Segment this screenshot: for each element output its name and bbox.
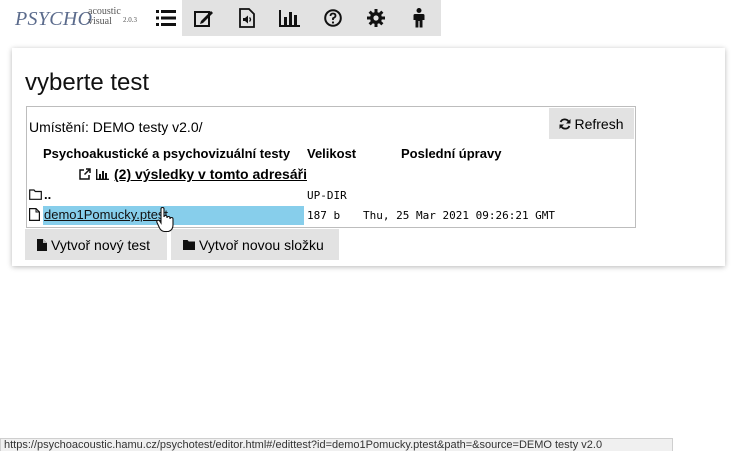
folder-icon (29, 189, 42, 200)
refresh-icon (559, 117, 571, 130)
audio-file-button[interactable] (225, 0, 269, 36)
file-icon (29, 208, 40, 221)
audio-file-icon (239, 8, 255, 28)
app-logo[interactable]: PSYCHO acoustic visual 2.0.3 (0, 0, 149, 36)
settings-button[interactable] (354, 0, 398, 36)
help-button[interactable] (311, 0, 355, 36)
user-button[interactable] (397, 0, 442, 36)
file-browser: Umístění: DEMO testy v2.0/ Refresh Psych… (26, 106, 636, 228)
location-path: Umístění: DEMO testy v2.0/ (29, 119, 203, 135)
logo-main: PSYCHO (15, 8, 93, 30)
row-size: 187 b (307, 209, 341, 222)
file-link[interactable]: demo1Pomucky.ptest (44, 207, 168, 222)
person-icon (413, 8, 425, 28)
refresh-button[interactable]: Refresh (549, 108, 634, 139)
refresh-label: Refresh (574, 115, 624, 132)
help-icon (324, 9, 343, 27)
top-toolbar: PSYCHO acoustic visual 2.0.3 (0, 0, 442, 36)
list-button[interactable] (148, 0, 183, 36)
row-modified: Thu, 25 Mar 2021 09:26:21 GMT (363, 209, 556, 222)
edit-icon (193, 11, 213, 27)
table-row[interactable]: .. UP-DIR (27, 187, 635, 205)
column-header-name[interactable]: Psychoakustické a psychovizuální testy (43, 146, 290, 161)
folder-icon (183, 239, 195, 250)
status-bar-url: https://psychoacoustic.hamu.cz/psychotes… (0, 438, 673, 451)
chart-button[interactable] (268, 0, 312, 36)
chart-icon (279, 10, 301, 27)
edit-button[interactable] (182, 0, 226, 36)
new-folder-button[interactable]: Vytvoř novou složku (171, 229, 339, 260)
hand-cursor-icon (156, 207, 174, 233)
logo-line2: visual (88, 16, 112, 27)
results-link[interactable]: (2) výsledky v tomto adresáři (79, 166, 307, 182)
file-icon (37, 238, 47, 251)
results-link-label: (2) výsledky v tomto adresáři (114, 166, 307, 182)
new-test-button[interactable]: Vytvoř nový test (25, 229, 167, 260)
column-header-modified[interactable]: Poslední úpravy (401, 146, 501, 161)
external-link-icon (79, 168, 91, 180)
list-icon (155, 10, 176, 26)
row-name[interactable]: .. (44, 187, 51, 202)
column-header-size[interactable]: Velikost (307, 146, 356, 161)
gear-icon (367, 9, 386, 27)
page-title: vyberte test (25, 69, 150, 96)
new-test-label: Vytvoř nový test (51, 236, 151, 253)
row-size: UP-DIR (307, 189, 347, 202)
table-row[interactable]: demo1Pomucky.ptest 187 b Thu, 25 Mar 202… (27, 207, 635, 225)
chart-icon (96, 168, 109, 180)
new-folder-label: Vytvoř novou složku (199, 236, 324, 253)
logo-version: 2.0.3 (123, 16, 137, 24)
test-selector-card: vyberte test Umístění: DEMO testy v2.0/ … (12, 48, 725, 266)
logo-line1: acoustic (88, 6, 121, 17)
